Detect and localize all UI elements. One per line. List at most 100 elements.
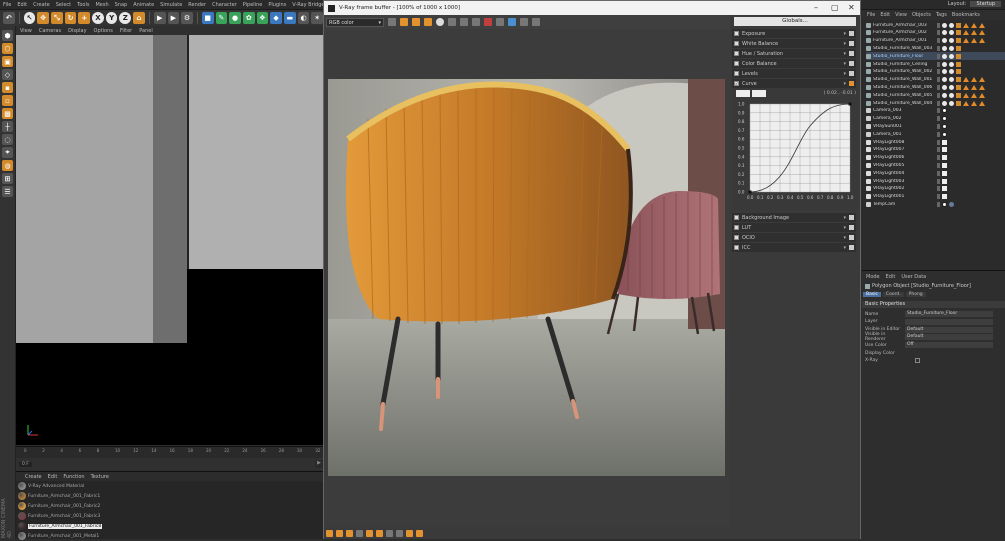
texture-tag-icon[interactable] — [956, 100, 961, 106]
expand-chevron-icon[interactable]: ▾ — [843, 215, 846, 221]
object-row[interactable]: Furniture_Armchair_001 — [866, 37, 1005, 45]
material-tag-icon[interactable] — [942, 92, 947, 98]
visibility-dots-icon[interactable] — [937, 116, 940, 122]
correction-checkbox[interactable] — [734, 51, 739, 56]
visibility-dots-icon[interactable] — [937, 84, 940, 90]
soft-selection-icon[interactable]: ◍ — [2, 160, 13, 171]
curve-graph[interactable]: 0.0 0.1 0.2 0.3 0.4 0.5 0.6 0.7 0.8 0.9 1.01.00.90… — [736, 100, 856, 208]
object-name[interactable]: VRayLight005 — [873, 163, 935, 168]
visibility-dots-icon[interactable] — [937, 38, 940, 44]
material-tag-icon[interactable] — [942, 77, 947, 83]
object-row[interactable]: VRaySun001 — [866, 122, 1005, 130]
property-value-field[interactable] — [905, 318, 993, 325]
camera-tag-icon[interactable] — [942, 123, 947, 129]
phong-tag-icon[interactable] — [971, 30, 977, 36]
light-tag-icon[interactable] — [942, 194, 947, 200]
correction-options-icon[interactable] — [849, 215, 854, 220]
object-row[interactable]: VRayLight007 — [866, 146, 1005, 154]
property-value-field[interactable]: Default — [905, 334, 993, 341]
correction-options-icon[interactable] — [849, 51, 854, 56]
expand-chevron-icon[interactable]: ▾ — [843, 61, 846, 67]
material-menu-create[interactable]: Create — [25, 474, 42, 480]
material-menu-edit[interactable]: Edit — [48, 474, 58, 480]
visibility-dots-icon[interactable] — [937, 61, 940, 67]
channel-icon[interactable] — [388, 18, 396, 26]
texture-tag-icon[interactable] — [956, 45, 961, 51]
visibility-dots-icon[interactable] — [937, 108, 940, 114]
correction-options-icon[interactable] — [849, 61, 854, 66]
object-name[interactable]: TempCam — [873, 202, 935, 207]
attribute-menu-edit[interactable]: Edit — [886, 274, 896, 280]
object-row[interactable]: Studio_Furniture_Wall_001 — [866, 76, 1005, 84]
light-tag-icon[interactable] — [942, 147, 947, 153]
menu-select[interactable]: Select — [56, 2, 71, 8]
correction-options-icon[interactable] — [849, 245, 854, 250]
workplane-icon[interactable]: ◇ — [2, 69, 13, 80]
correction-ocio[interactable]: OCIO ▾ — [732, 233, 856, 242]
expand-chevron-icon[interactable]: ▾ — [843, 81, 846, 87]
curve-preset-button[interactable] — [736, 90, 750, 97]
snap-icon[interactable]: ⌖ — [2, 147, 13, 158]
texture-mode-icon[interactable]: ▣ — [2, 56, 13, 67]
viewport-menu-panel[interactable]: Panel — [139, 28, 153, 34]
object-name[interactable]: Furniture_Armchair_003 — [873, 23, 935, 28]
render-settings-icon[interactable]: ⚙ — [181, 12, 193, 24]
status-icon[interactable] — [326, 529, 333, 537]
material-tag-icon[interactable] — [949, 100, 954, 106]
correction-curve[interactable]: ✓ Curve ▾ — [732, 79, 856, 88]
phong-tag-icon[interactable] — [979, 92, 985, 98]
x-axis-lock-icon[interactable]: X — [92, 12, 104, 24]
object-row[interactable]: VRayLight008 — [866, 138, 1005, 146]
object-name[interactable]: Studio_Furniture_Wall_004 — [873, 101, 935, 106]
correction-checkbox[interactable] — [734, 31, 739, 36]
curve-control-point[interactable] — [848, 102, 852, 106]
menu-tools[interactable]: Tools — [77, 2, 89, 8]
red-channel-icon[interactable] — [400, 18, 408, 26]
material-tag-icon[interactable] — [949, 22, 954, 28]
viewport-menu-display[interactable]: Display — [68, 28, 86, 34]
material-tag-icon[interactable] — [942, 38, 947, 44]
object-name[interactable]: VRayLight006 — [873, 155, 935, 160]
visibility-dots-icon[interactable] — [937, 147, 940, 153]
visibility-dots-icon[interactable] — [937, 77, 940, 83]
menu-snap[interactable]: Snap — [115, 2, 128, 8]
correction-checkbox[interactable]: ✓ — [734, 81, 739, 86]
channel-select[interactable]: RGB color — [326, 17, 384, 27]
object-name[interactable]: VRaySun001 — [873, 124, 935, 129]
object-row[interactable]: Camera_001 — [866, 130, 1005, 138]
texture-tag-icon[interactable] — [956, 69, 961, 75]
visibility-dots-icon[interactable] — [937, 170, 940, 176]
object-name[interactable]: Furniture_Armchair_002 — [873, 30, 935, 35]
history-icon[interactable] — [508, 18, 516, 26]
correction-icc[interactable]: ICC ▾ — [732, 243, 856, 252]
material-tag-icon[interactable] — [942, 84, 947, 90]
material-item[interactable]: Furniture_Armchair_001_Fabric8 — [16, 521, 323, 531]
correction-checkbox[interactable] — [734, 225, 739, 230]
material-tag-icon[interactable] — [949, 61, 954, 67]
material-tag-icon[interactable] — [949, 69, 954, 75]
object-row[interactable]: VRayLight006 — [866, 154, 1005, 162]
phong-tag-icon[interactable] — [971, 92, 977, 98]
status-icon[interactable] — [416, 529, 423, 537]
live-select-icon[interactable]: ↖ — [23, 12, 36, 24]
texture-tag-icon[interactable] — [956, 61, 961, 67]
material-tag-icon[interactable] — [942, 69, 947, 75]
visibility-dots-icon[interactable] — [937, 186, 940, 192]
object-row[interactable]: Studio_Furniture_Wall_006 — [866, 83, 1005, 91]
pen-spline-icon[interactable]: ✎ — [215, 12, 228, 24]
object-row[interactable]: Studio_Furniture_Wall_002 — [866, 68, 1005, 76]
subdivision-icon[interactable]: ● — [229, 12, 241, 24]
camera-icon[interactable]: ◐ — [297, 12, 310, 24]
object-row[interactable]: Studio_Furniture_Wall_003 — [866, 44, 1005, 52]
material-tag-icon[interactable] — [942, 100, 947, 106]
tab-phong[interactable]: Phong — [905, 292, 926, 297]
menu-v-ray-bridge[interactable]: V-Ray Bridge — [292, 2, 324, 8]
light-icon[interactable]: ✶ — [311, 12, 324, 24]
visibility-dots-icon[interactable] — [937, 22, 940, 28]
track-mouse-icon[interactable] — [496, 18, 504, 26]
texture-tag-icon[interactable] — [956, 38, 961, 44]
timeline-ruler[interactable]: 0 2 4 6 8 10 12 14 16 18 20 22 24 26 28 30 32 — [16, 446, 323, 458]
status-icon[interactable] — [386, 529, 393, 537]
menu-simulate[interactable]: Simulate — [160, 2, 182, 8]
object-name[interactable]: VRayLight001 — [873, 194, 935, 199]
